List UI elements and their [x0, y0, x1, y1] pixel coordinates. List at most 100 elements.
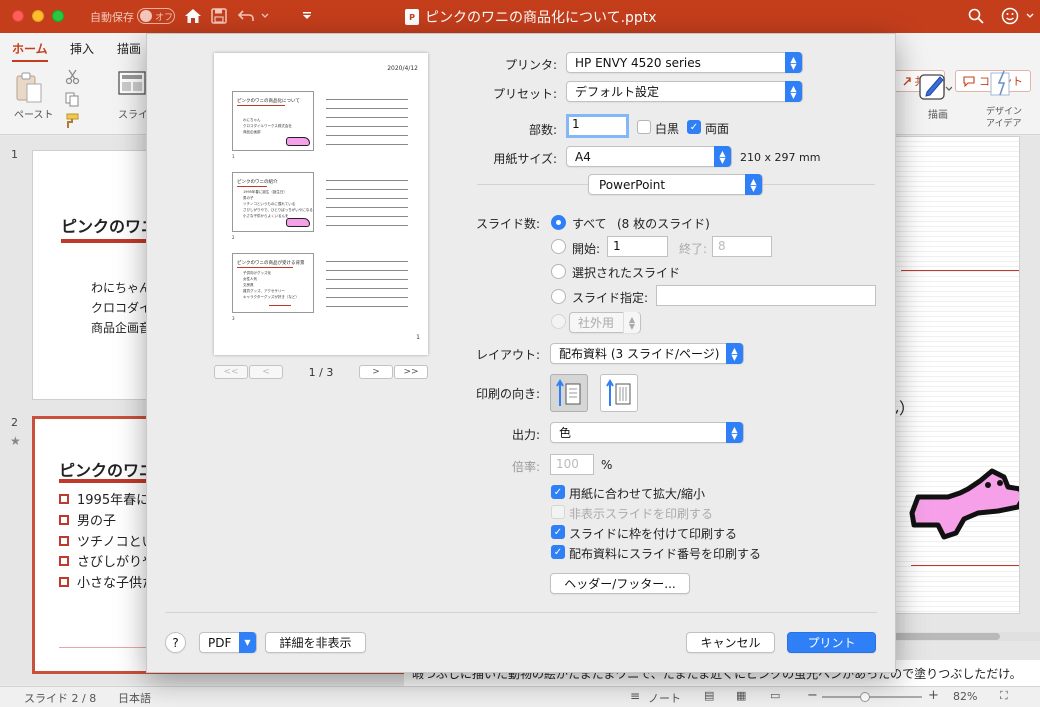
design-ideas-icon[interactable]	[988, 69, 1016, 102]
save-icon[interactable]	[209, 6, 229, 26]
hide-details-button[interactable]: 詳細を非表示	[265, 632, 366, 653]
star-icon: ★	[10, 434, 21, 448]
window-zoom-button[interactable]	[52, 10, 64, 22]
slide-numbers-checkbox[interactable]: ✓	[551, 545, 565, 559]
main-slide[interactable]: ん）	[880, 136, 1020, 614]
undo-dropdown-icon[interactable]	[255, 6, 275, 26]
last-page-button[interactable]: >>	[394, 365, 428, 379]
pdf-menu-button[interactable]: PDF ▼	[199, 632, 257, 653]
cancel-button[interactable]: キャンセル	[686, 632, 775, 653]
all-slides-radio[interactable]	[551, 215, 566, 230]
custom-slides-input[interactable]	[656, 285, 876, 306]
thumb-line: わにちゃん	[91, 281, 152, 295]
scrollbar-thumb[interactable]	[880, 633, 1000, 640]
range-from-input[interactable]: 1	[607, 236, 668, 257]
preview-slide-line: 女性人気	[243, 277, 257, 281]
preview-slide-line: 小さな子供からよくいるんを	[243, 214, 289, 218]
pink-crocodile-image	[908, 467, 1019, 550]
print-preview-page: 2020/4/12 ピンクのワニの商品化について わにちゃん クロコダイルワーク…	[214, 53, 428, 355]
preview-slide-line: キャラクターグッズが好き（など）	[243, 295, 299, 299]
horizontal-scrollbar[interactable]	[880, 632, 1040, 641]
preview-slide-title: ピンクのワニの商品化について	[237, 99, 300, 104]
fit-to-window-icon[interactable]: ⛶	[1000, 689, 1008, 703]
language-indicator[interactable]: 日本語	[118, 690, 151, 706]
layout-select[interactable]: 配布資料 (3 スライド/ページ) ▲ ▼	[550, 343, 744, 364]
next-page-button[interactable]: >	[359, 365, 393, 379]
window-minimize-button[interactable]	[32, 10, 44, 22]
normal-view-icon[interactable]: ▤	[704, 689, 714, 702]
feedback-smiley-icon[interactable]	[1000, 6, 1020, 26]
draw-label: 描画	[928, 110, 948, 121]
new-slide-icon[interactable]	[118, 71, 146, 98]
draw-icon[interactable]	[918, 71, 953, 104]
copies-input[interactable]: 1	[566, 114, 629, 138]
preview-page-number: 1	[416, 334, 420, 341]
paste-icon[interactable]	[14, 71, 44, 108]
format-painter-icon[interactable]	[64, 113, 80, 132]
fit-to-paper-checkbox[interactable]: ✓	[551, 485, 565, 499]
orientation-label: 印刷の向き:	[475, 387, 540, 401]
undo-icon[interactable]	[236, 6, 256, 26]
app-settings-select[interactable]: PowerPoint ▲ ▼	[588, 174, 763, 195]
landscape-orientation-button[interactable]	[600, 374, 638, 412]
custom-show-select[interactable]: 社外用 ▲ ▼	[569, 312, 641, 333]
selected-slides-radio[interactable]	[551, 264, 566, 279]
printer-select[interactable]: HP ENVY 4520 series ▲ ▼	[566, 52, 803, 73]
feedback-dropdown-icon[interactable]	[1020, 6, 1040, 26]
duplex-checkbox[interactable]: ✓	[687, 120, 701, 134]
paper-dimensions: 210 x 297 mm	[740, 151, 821, 164]
customize-toolbar-icon[interactable]	[297, 6, 317, 26]
range-to-input[interactable]: 8	[712, 236, 772, 257]
home-icon[interactable]	[183, 6, 203, 26]
frame-slides-label: スライドに枠を付けて印刷する	[569, 527, 738, 541]
main-slide-area: ん）	[880, 136, 1040, 684]
bullet-text: 男の子	[77, 514, 117, 529]
new-slide-label: スライ	[118, 110, 148, 121]
slide-sorter-icon[interactable]: ▦	[736, 689, 746, 702]
cut-icon[interactable]	[65, 69, 81, 88]
tab-draw[interactable]: 描画	[117, 40, 141, 57]
custom-show-radio[interactable]	[551, 314, 566, 329]
range-radio[interactable]	[551, 239, 566, 254]
notes-toggle-label[interactable]: ノート	[648, 690, 681, 706]
preset-select[interactable]: デフォルト設定 ▲ ▼	[566, 81, 803, 102]
zoom-in-icon[interactable]: +	[928, 688, 939, 703]
help-button[interactable]: ?	[165, 632, 186, 653]
thumb-title: ピンクのワニ	[59, 461, 156, 480]
preview-slide-line: ツチノコというものに憧れている	[243, 202, 296, 206]
zoom-slider-knob[interactable]	[860, 692, 870, 702]
bullet-text: 小さな子供た	[77, 576, 156, 591]
copy-icon[interactable]	[64, 91, 80, 110]
autosave-state: オフ	[155, 12, 174, 23]
slide-number-1: 1	[11, 148, 18, 161]
zoom-slider[interactable]	[822, 692, 922, 702]
black-white-checkbox[interactable]	[637, 120, 651, 134]
custom-slides-label: スライド指定:	[572, 291, 649, 305]
pdf-label: PDF	[208, 635, 232, 650]
bullet-text: ツチノコとい	[77, 535, 155, 550]
tab-insert[interactable]: 挿入	[70, 40, 94, 57]
print-button[interactable]: プリント	[787, 632, 876, 653]
reading-view-icon[interactable]: ▭	[770, 689, 780, 702]
print-hidden-slides-checkbox[interactable]	[551, 505, 565, 519]
popup-chevron-icon: ▲ ▼	[726, 422, 743, 443]
autosave-toggle[interactable]: オフ	[137, 8, 175, 24]
zoom-level[interactable]: 82%	[953, 690, 977, 703]
tab-home[interactable]: ホーム	[12, 40, 48, 62]
title-bar: 自動保存 オフ P ピンクのワニの商品化について.pptx	[0, 0, 1040, 33]
portrait-orientation-button[interactable]	[550, 374, 588, 412]
scale-input[interactable]: 100	[550, 454, 594, 475]
zoom-out-icon[interactable]: −	[807, 688, 818, 703]
first-page-button[interactable]: <<	[214, 365, 248, 379]
window-close-button[interactable]	[12, 10, 24, 22]
custom-slides-radio[interactable]	[551, 289, 566, 304]
notes-toggle-icon[interactable]: ≡	[630, 689, 640, 703]
output-select[interactable]: 色 ▲ ▼	[550, 422, 744, 443]
search-icon[interactable]	[966, 6, 986, 26]
bullet-marker	[59, 555, 69, 566]
header-footer-button[interactable]: ヘッダー/フッター...	[550, 573, 690, 594]
previous-page-button[interactable]: <	[249, 365, 283, 379]
popup-chevron-icon: ▲ ▼	[726, 343, 743, 364]
paper-size-select[interactable]: A4 ▲ ▼	[566, 146, 732, 167]
frame-slides-checkbox[interactable]: ✓	[551, 525, 565, 539]
